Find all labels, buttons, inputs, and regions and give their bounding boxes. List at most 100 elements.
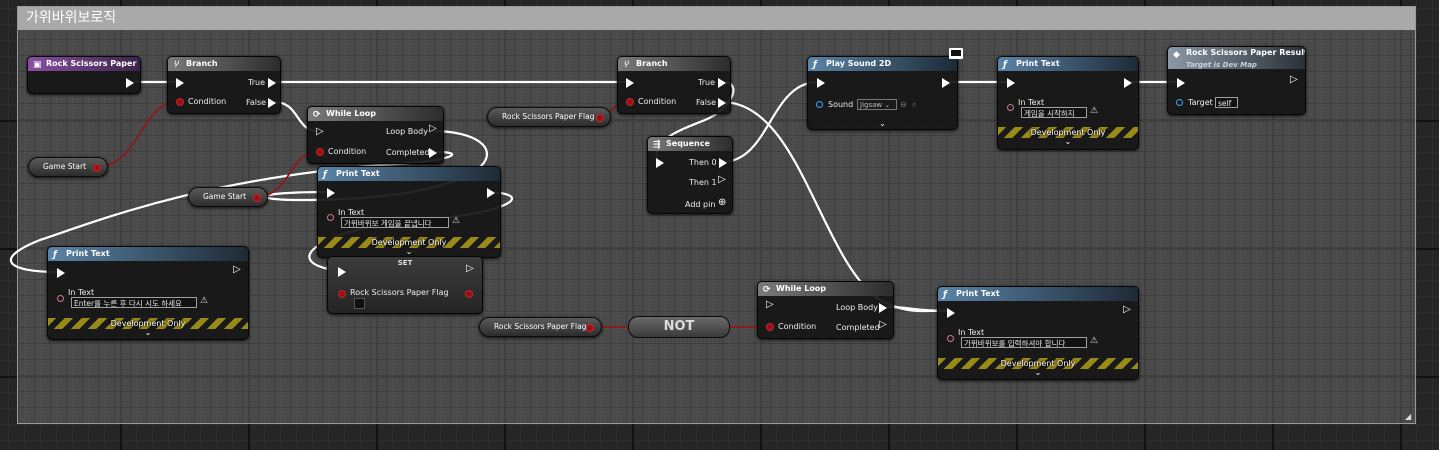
while-loop-node[interactable]: ⟳ While Loop ▷ Loop Body Condition Compl… xyxy=(757,281,894,339)
exec-in-pin[interactable] xyxy=(1177,78,1185,88)
bool-out-pin[interactable] xyxy=(596,114,604,122)
exec-out-pin[interactable] xyxy=(1124,78,1132,88)
flag-out-pin[interactable] xyxy=(465,290,473,298)
in-text-field[interactable]: Enter를 누른 후 다시 시도 하세요 xyxy=(71,297,197,308)
dev-only-label: Development Only xyxy=(110,319,186,328)
chevron-down-icon[interactable]: ⌄ xyxy=(318,247,500,256)
exec-out-pin[interactable]: ▷ xyxy=(1123,304,1131,315)
exec-out-pin[interactable]: ▷ xyxy=(233,264,241,275)
exec-in-pin[interactable]: ▷ xyxy=(766,299,774,310)
print-text-node[interactable]: ƒ Print Text ▷ In Text Enter를 누른 후 다시 시도… xyxy=(47,246,249,340)
node-title: SET xyxy=(397,259,413,267)
target-field[interactable]: self xyxy=(1215,97,1238,108)
comment-title[interactable]: 가위바위보로직 xyxy=(18,7,1415,30)
in-text-label: In Text xyxy=(958,328,985,337)
condition-pin[interactable] xyxy=(626,98,634,106)
branch-node[interactable]: ⑂ Branch True Condition False xyxy=(617,56,731,114)
chevron-down-icon[interactable]: ⌄ xyxy=(998,137,1138,146)
condition-label: Condition xyxy=(778,322,817,331)
exec-out-pin[interactable] xyxy=(942,78,950,88)
target-pin[interactable] xyxy=(1176,99,1183,106)
set-variable-node[interactable]: SET ▷ Rock Scissors Paper Flag xyxy=(327,256,483,314)
chevron-down-icon[interactable]: ⌄ xyxy=(938,368,1138,377)
bool-out-pin[interactable] xyxy=(586,324,594,332)
in-text-label: In Text xyxy=(1018,98,1045,107)
exec-out-pin[interactable]: ▷ xyxy=(466,263,474,274)
false-label: False xyxy=(696,98,717,107)
exec-in-pin[interactable] xyxy=(327,188,335,198)
sound-label: Sound xyxy=(828,100,854,109)
then0-pin[interactable] xyxy=(719,158,727,168)
exec-in-pin[interactable] xyxy=(176,78,184,88)
monitor-icon xyxy=(949,48,963,59)
print-text-node[interactable]: ƒ Print Text In Text 게임을 시작하지 ⚠ Developm… xyxy=(997,56,1139,150)
exec-out-pin[interactable] xyxy=(487,188,495,198)
loop-body-pin[interactable] xyxy=(879,303,887,313)
in-text-pin[interactable] xyxy=(947,335,954,342)
flag-in-pin[interactable] xyxy=(338,290,346,298)
completed-pin[interactable] xyxy=(429,148,437,158)
sound-dropdown[interactable]: Jigsaw ⌄ xyxy=(857,99,897,110)
exec-in-pin[interactable] xyxy=(1007,78,1015,88)
print-text-node[interactable]: ƒ Print Text In Text 가위바위보 게임을 끝냅니다 ⚠ De… xyxy=(317,166,501,258)
use-asset-icon[interactable]: ⊖ xyxy=(900,100,907,109)
exec-in-pin[interactable] xyxy=(338,267,346,277)
false-exec-pin[interactable] xyxy=(718,98,726,108)
game-start-getter[interactable]: Game Start xyxy=(28,157,108,177)
node-title: Print Text xyxy=(956,289,1000,298)
loop-body-pin[interactable]: ▷ xyxy=(429,123,437,134)
completed-pin[interactable]: ▷ xyxy=(879,319,887,330)
condition-pin[interactable] xyxy=(766,323,774,331)
print-text-node[interactable]: ƒ Print Text ▷ In Text 가위바위보를 입력하셔야 합니다 … xyxy=(937,286,1139,380)
sequence-node[interactable]: ⇶ Sequence Then 0 Then 1 ▷ Add pin ⊕ xyxy=(647,136,733,214)
exec-in-pin[interactable] xyxy=(656,158,664,168)
var-label: Rock Scissors Paper Flag xyxy=(502,112,595,121)
rsp-result-node[interactable]: ◆ Rock Scissors Paper Result Target is D… xyxy=(1167,46,1306,115)
search-icon[interactable]: ⌕ xyxy=(912,100,916,110)
true-exec-pin[interactable] xyxy=(268,78,276,88)
then1-pin[interactable]: ▷ xyxy=(718,174,726,185)
resize-grip-icon[interactable]: ◢ xyxy=(1405,413,1413,421)
loop-body-label: Loop Body xyxy=(386,127,428,136)
exec-in-pin[interactable] xyxy=(947,308,955,318)
condition-pin[interactable] xyxy=(316,148,324,156)
chevron-down-icon[interactable]: ⌄ xyxy=(808,119,957,128)
dev-only-label: Development Only xyxy=(1000,359,1076,368)
in-text-label: In Text xyxy=(68,288,95,297)
game-start-getter[interactable]: Game Start xyxy=(188,187,268,207)
in-text-pin[interactable] xyxy=(1007,104,1014,111)
condition-label: Condition xyxy=(188,97,227,106)
exec-out-pin[interactable] xyxy=(126,78,134,88)
branch-node[interactable]: ⑂ Branch True Condition False xyxy=(167,56,281,114)
node-title: Rock Scissors Paper xyxy=(46,59,137,68)
in-text-field[interactable]: 가위바위보 게임을 끝냅니다 xyxy=(341,217,449,228)
bool-out-pin[interactable] xyxy=(253,194,261,202)
bool-out-pin[interactable] xyxy=(93,164,101,172)
true-exec-pin[interactable] xyxy=(718,78,726,88)
chevron-down-icon[interactable]: ⌄ xyxy=(48,328,248,337)
add-pin-icon[interactable]: ⊕ xyxy=(718,197,726,208)
exec-in-pin[interactable] xyxy=(817,78,825,88)
not-node[interactable]: NOT xyxy=(628,316,730,338)
var-label: Game Start xyxy=(43,162,87,171)
play-sound-2d-node[interactable]: ƒ Play Sound 2D Sound Jigsaw ⌄ ⊖ ⌕ ⌄ xyxy=(807,56,958,130)
sound-pin[interactable] xyxy=(816,101,823,108)
in-text-field[interactable]: 가위바위보를 입력하셔야 합니다 xyxy=(961,337,1087,348)
flag-getter[interactable]: Rock Scissors Paper Flag xyxy=(487,107,611,127)
in-text-label: In Text xyxy=(338,208,365,217)
in-text-field[interactable]: 게임을 시작하지 xyxy=(1021,107,1087,118)
exec-in-pin[interactable] xyxy=(57,268,65,278)
exec-in-pin[interactable] xyxy=(626,78,634,88)
exec-out-pin[interactable]: ▷ xyxy=(1290,74,1298,85)
false-exec-pin[interactable] xyxy=(268,98,276,108)
flag-getter[interactable]: Rock Scissors Paper Flag xyxy=(479,317,602,337)
condition-pin[interactable] xyxy=(176,98,184,106)
warning-icon: ⚠ xyxy=(452,216,461,226)
while-loop-node[interactable]: ⟳ While Loop ▷ Loop Body ▷ Condition Com… xyxy=(307,106,444,164)
node-subtitle: Target is Dev Map xyxy=(1186,61,1257,69)
flag-checkbox[interactable] xyxy=(354,298,365,309)
event-node-rock-scissors-paper[interactable]: ▣ Rock Scissors Paper xyxy=(27,56,141,94)
then0-label: Then 0 xyxy=(689,158,717,167)
in-text-pin[interactable] xyxy=(327,214,334,221)
in-text-pin[interactable] xyxy=(57,295,64,302)
